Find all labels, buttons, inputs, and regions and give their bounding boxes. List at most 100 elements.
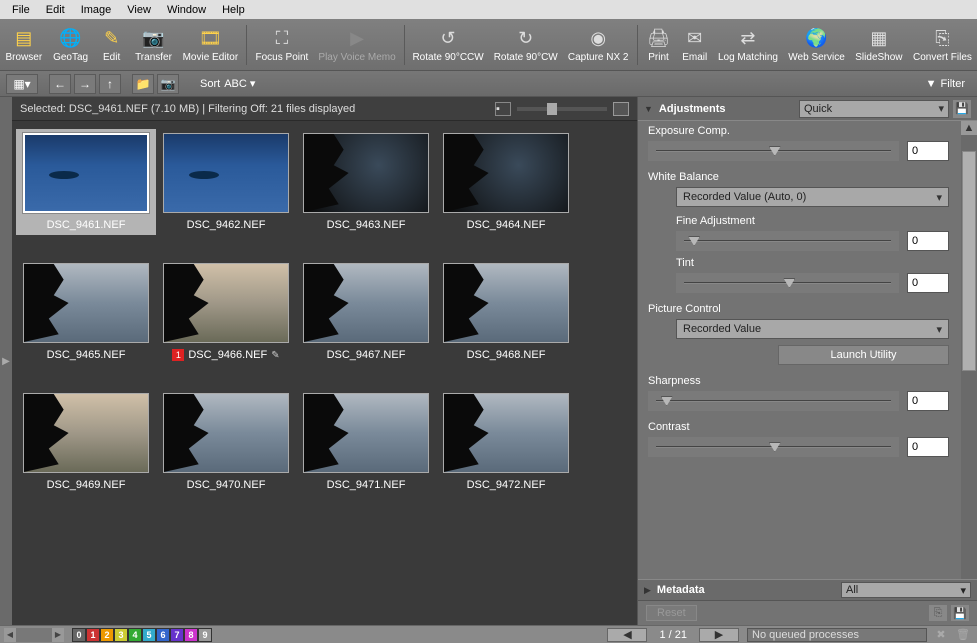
triangle-right-icon: ▶ [644,585,651,596]
cancel-queue-icon[interactable]: ✖ [933,628,949,642]
edit-tool[interactable]: ✎Edit [94,20,130,70]
email-tool[interactable]: ✉Email [677,20,713,70]
scroll-left-icon[interactable]: ◀ [4,628,16,642]
movie-editor-tool[interactable]: 🎞Movie Editor [177,20,243,70]
menu-file[interactable]: File [4,2,38,18]
thumbnail-image [443,263,569,343]
thumb-zoom-slider[interactable] [517,107,607,111]
adjustments-title: Adjustments [659,103,726,115]
thumbnail[interactable]: DSC_9463.NEF [296,129,436,235]
picture-control-section: Picture Control Recorded Value▾ Launch U… [648,303,949,365]
folder-button[interactable]: 📁 [132,74,154,94]
thumbnail[interactable]: 1DSC_9466.NEF✎ [156,259,296,365]
reset-button[interactable]: Reset [646,605,697,621]
folder-grid-icon: ▤ [12,26,36,50]
wb-preset-select[interactable]: Recorded Value (Auto, 0)▾ [676,187,949,207]
adjustments-body: Exposure Comp. 0 White Balance Recorded … [638,121,977,579]
rotate-cw-tool[interactable]: ↻Rotate 90°CW [489,20,563,70]
metadata-header[interactable]: ▶ Metadata All▾ [638,579,977,601]
label-3[interactable]: 3 [114,628,128,642]
fine-slider[interactable] [676,231,899,251]
adjustments-header[interactable]: ▼ Adjustments Quick▾ 💾 [638,97,977,121]
contrast-section: Contrast 0 [648,421,949,457]
menu-window[interactable]: Window [159,2,214,18]
log-matching-tool[interactable]: ⇄Log Matching [713,20,783,70]
nav-back-button[interactable]: ← [49,74,71,94]
menu-view[interactable]: View [119,2,159,18]
view-mode-button[interactable]: ▦▾ [6,74,38,94]
thumbnail[interactable]: DSC_9462.NEF [156,129,296,235]
label-5[interactable]: 5 [142,628,156,642]
capture-nx2-tool[interactable]: ◉Capture NX 2 [563,20,634,70]
scroll-up-icon[interactable]: ▲ [961,121,977,135]
thumbnail[interactable]: DSC_9471.NEF [296,389,436,495]
rotate-ccw-tool[interactable]: ↺Rotate 90°CCW [408,20,489,70]
menu-edit[interactable]: Edit [38,2,73,18]
pc-preset-select[interactable]: Recorded Value▾ [676,319,949,339]
label-6[interactable]: 6 [156,628,170,642]
thumbnail[interactable]: DSC_9468.NEF [436,259,576,365]
printer-icon: 🖨 [647,26,671,50]
web-service-tool[interactable]: 🌍Web Service [783,20,850,70]
sharpness-slider[interactable] [648,391,899,411]
next-page-button[interactable]: ▶ [699,628,739,642]
sort-key-button[interactable]: ABC ▾ [224,77,255,90]
focus-point-tool[interactable]: ⛶Focus Point [250,20,313,70]
print-tool[interactable]: 🖨Print [641,20,677,70]
panel-scrollbar[interactable]: ▲ [961,121,977,579]
filter-button[interactable]: ▼ Filter [920,76,971,92]
scroll-right-icon[interactable]: ▶ [52,628,64,642]
exposure-slider[interactable] [648,141,899,161]
label-9[interactable]: 9 [198,628,212,642]
browser-tool[interactable]: ▤Browser [0,20,48,70]
menu-image[interactable]: Image [73,2,120,18]
queue-status[interactable]: No queued processes [747,628,927,642]
thumbnail[interactable]: DSC_9470.NEF [156,389,296,495]
h-scrollbar[interactable]: ◀ ▶ [4,628,64,642]
contrast-slider[interactable] [648,437,899,457]
menu-help[interactable]: Help [214,2,253,18]
adjustments-preset-select[interactable]: Quick▾ [799,100,949,118]
exposure-value[interactable]: 0 [907,141,949,161]
slideshow-tool[interactable]: ▦SlideShow [850,20,908,70]
sharpness-value[interactable]: 0 [907,391,949,411]
convert-files-tool[interactable]: ⎘Convert Files [908,20,977,70]
thumbnail-name: DSC_9465.NEF [47,349,126,361]
save-metadata-icon[interactable]: 💾 [951,605,969,621]
tint-value[interactable]: 0 [907,273,949,293]
launch-utility-button[interactable]: Launch Utility [778,345,949,365]
prev-page-button[interactable]: ◀ [607,628,647,642]
thumbnail[interactable]: DSC_9472.NEF [436,389,576,495]
metadata-preset-select[interactable]: All▾ [841,582,971,598]
thumbnail[interactable]: DSC_9467.NEF [296,259,436,365]
camera-icon: 📷 [142,26,166,50]
label-2[interactable]: 2 [100,628,114,642]
label-8[interactable]: 8 [184,628,198,642]
pager: ◀ 1 / 21 ▶ [607,628,739,642]
view-mode-icon-1[interactable]: ▪ [495,102,511,116]
nav-up-button[interactable]: ↑ [99,74,121,94]
label-7[interactable]: 7 [170,628,184,642]
contrast-value[interactable]: 0 [907,437,949,457]
thumbnail[interactable]: DSC_9461.NEF [16,129,156,235]
thumbnail[interactable]: DSC_9469.NEF [16,389,156,495]
label-0[interactable]: 0 [72,628,86,642]
tint-slider[interactable] [676,273,899,293]
nav-forward-button[interactable]: → [74,74,96,94]
label-1[interactable]: 1 [86,628,100,642]
thumbnail[interactable]: DSC_9464.NEF [436,129,576,235]
left-panel-handle[interactable]: ▶ [0,97,12,625]
geotag-tool[interactable]: 🌐GeoTag [48,20,94,70]
delete-icon[interactable]: 🗑 [955,628,971,642]
scroll-thumb[interactable] [962,151,976,371]
view-mode-icon-2[interactable] [613,102,629,116]
label-4[interactable]: 4 [128,628,142,642]
fine-value[interactable]: 0 [907,231,949,251]
zoom-thumb[interactable] [547,103,557,115]
save-adjustments-icon[interactable]: 💾 [953,100,971,118]
thumbnail[interactable]: DSC_9465.NEF [16,259,156,365]
transfer-tool[interactable]: 📷Transfer [130,20,178,70]
chevron-down-icon: ▾ [936,323,942,336]
camera-button[interactable]: 📷 [157,74,179,94]
copy-metadata-icon[interactable]: ⎘ [929,605,947,621]
